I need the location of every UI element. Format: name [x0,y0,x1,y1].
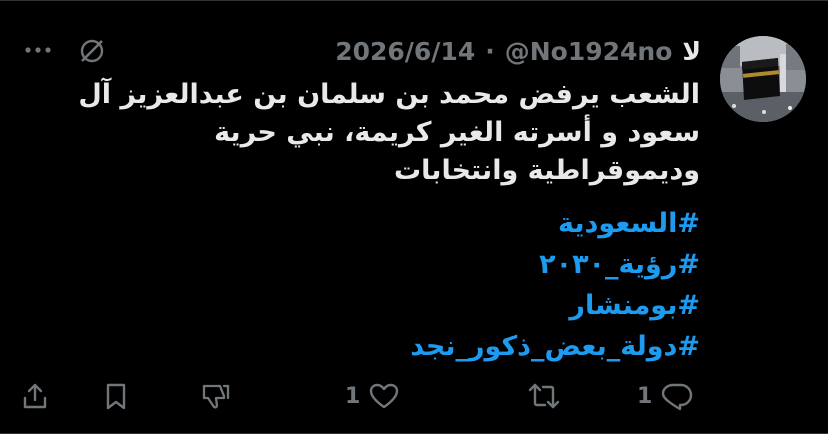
downvote-button[interactable] [200,378,232,414]
retweet-icon [528,383,560,409]
tweet-text-line: وديموقراطية وانتخابات [394,155,700,186]
like-button[interactable]: 1 [345,378,400,414]
hashtag-link[interactable]: #السعودية [200,203,700,244]
top-divider [0,0,828,1]
avatar-image [720,36,806,122]
bookmark-icon [106,383,126,410]
user-handle[interactable]: @No1924no [505,37,673,66]
display-name[interactable]: لا [682,37,701,66]
tweet-date[interactable]: 2026/6/14 [335,37,475,66]
tweet-text-line: سعود و أسرته الغير كريمة، نبي حرية [214,117,700,148]
tweet-text-line: الشعب يرفض محمد بن سلمان بن عبدالعزيز آل [78,79,700,110]
hashtag-list: #السعودية #رؤية_٢٠٣٠ #بومنشار #دولة_بعض_… [200,203,700,367]
reply-button[interactable]: 1 [637,378,694,414]
more-icon[interactable] [22,36,54,64]
tweet-header: لا @No1924no · 2026/6/14 [335,34,701,68]
downvote-icon [202,384,230,409]
like-icon [370,383,399,409]
retweet-button[interactable] [518,378,562,414]
reply-icon [662,383,693,411]
bookmark-button[interactable] [102,378,130,414]
header-separator: · [485,36,495,66]
caret-icon[interactable] [78,37,106,65]
hashtag-link[interactable]: #بومنشار [200,285,700,326]
avatar[interactable] [720,36,806,122]
hashtag-link[interactable]: #رؤية_٢٠٣٠ [200,244,700,285]
reply-count: 1 [637,383,653,409]
share-icon [23,383,47,409]
tweet-text: الشعب يرفض محمد بن سلمان بن عبدالعزيز آل… [10,76,700,190]
share-button[interactable] [20,378,50,414]
like-count: 1 [345,383,361,409]
hashtag-link[interactable]: #دولة_بعض_ذكور_نجد [200,326,700,367]
